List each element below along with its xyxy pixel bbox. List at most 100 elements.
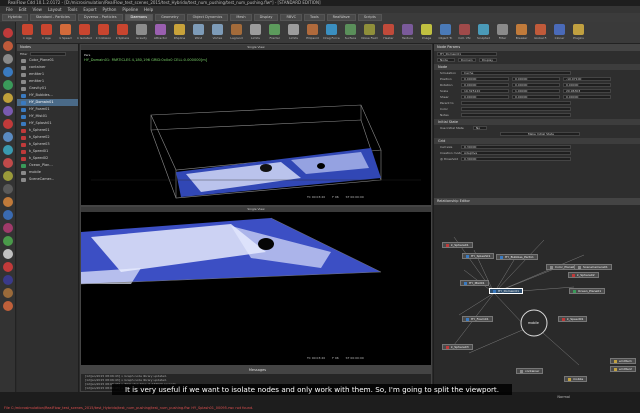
param-value-field[interactable]: 20.96303	[563, 89, 611, 93]
node-list-item[interactable]: HY_Foam01	[17, 106, 78, 113]
daemon-tool-button[interactable]: Noise Field	[360, 22, 379, 44]
relationship-node[interactable]: HY_Foam01	[462, 316, 493, 322]
param-value-field[interactable]: 0.00000	[563, 83, 611, 87]
daemon-tool-button[interactable]: Image	[417, 22, 436, 44]
node-list-item[interactable]: k_Speed02	[17, 155, 78, 162]
left-tool-icon[interactable]	[2, 262, 13, 272]
daemon-tool-button[interactable]: k Age	[18, 22, 37, 44]
daemon-tool-button[interactable]: k Speed	[56, 22, 75, 44]
node-list-item[interactable]: mobile	[17, 169, 78, 176]
menu-item[interactable]: File	[6, 6, 13, 13]
left-tool-icon[interactable]	[2, 54, 13, 64]
shelf-tab[interactable]: Geometry	[155, 14, 185, 21]
left-tool-icon[interactable]	[2, 210, 13, 220]
left-tool-icon[interactable]	[2, 236, 13, 246]
node-list-item[interactable]: HY_Mist01	[17, 113, 78, 120]
daemon-tool-button[interactable]: Vortex	[208, 22, 227, 44]
node-list-item[interactable]: emitter1	[17, 71, 78, 78]
nodes-filter-input[interactable]	[30, 52, 67, 56]
menu-item[interactable]: Edit	[19, 6, 27, 13]
daemon-tool-button[interactable]: Breaker	[512, 22, 531, 44]
param-value-field[interactable]	[461, 107, 571, 111]
relationship-node[interactable]: k_Sphere02	[568, 272, 599, 278]
node-params-subtab[interactable]: Display	[479, 58, 497, 62]
daemon-tool-button[interactable]: Limits	[284, 22, 303, 44]
menu-item[interactable]: Tools	[68, 6, 78, 13]
menu-item[interactable]: Help	[144, 6, 153, 13]
daemon-tool-button[interactable]: Coll. Vfx	[455, 22, 474, 44]
relationship-node[interactable]: k_Speed01	[558, 316, 588, 322]
node-list-item[interactable]: emitter1	[17, 78, 78, 85]
left-tool-icon[interactable]	[2, 145, 13, 155]
node-name-field[interactable]: HY_Domain01	[437, 52, 497, 56]
left-tool-icon[interactable]	[2, 80, 13, 90]
relationship-node[interactable]: mobile	[564, 376, 588, 382]
daemon-tool-button[interactable]: k Sphere	[113, 22, 132, 44]
left-tool-icon[interactable]	[2, 119, 13, 129]
left-tool-icon[interactable]	[2, 28, 13, 38]
daemon-tool-button[interactable]: Cloner	[550, 22, 569, 44]
left-tool-icon[interactable]	[2, 197, 13, 207]
menu-item[interactable]: Python	[103, 6, 117, 13]
relationship-node[interactable]: Ocean_Plane01	[569, 288, 606, 294]
relationship-node[interactable]: emitter2	[610, 366, 636, 372]
relationship-node[interactable]: HY_Splash01	[462, 253, 495, 259]
left-tool-icon[interactable]	[2, 67, 13, 77]
relationship-node[interactable]: emitter1	[610, 358, 636, 364]
param-value-field[interactable]: 0.30000	[461, 145, 571, 149]
left-tool-icon[interactable]	[2, 249, 13, 259]
left-tool-icon[interactable]	[2, 93, 13, 103]
daemon-tool-button[interactable]: Fractal	[265, 22, 284, 44]
node-list-item[interactable]: SceneCamer...	[17, 176, 78, 183]
relationship-node[interactable]: HY_Mist01	[460, 280, 489, 286]
left-tool-icon[interactable]	[2, 41, 13, 51]
param-value-field[interactable]: 19.325120	[461, 89, 509, 93]
shelf-tab[interactable]: RBVC	[280, 14, 303, 21]
node-list-item[interactable]: Gravity01	[17, 85, 78, 92]
left-tool-icon[interactable]	[2, 184, 13, 194]
node-list-item[interactable]: HY_Domain01	[17, 99, 78, 106]
daemon-tool-button[interactable]: Drag Force	[322, 22, 341, 44]
param-value-field[interactable]: 0.00000	[512, 77, 560, 81]
node-list-item[interactable]: container	[17, 64, 78, 71]
daemon-tool-button[interactable]: Plugins	[569, 22, 588, 44]
daemon-tool-button[interactable]: DSpline	[170, 22, 189, 44]
param-value-field[interactable]: Cache	[461, 71, 571, 75]
daemon-tool-button[interactable]: k Collision	[94, 22, 113, 44]
shelf-tab[interactable]: Display	[253, 14, 279, 21]
daemon-tool-button[interactable]: Ellipsoid	[303, 22, 322, 44]
relationship-node[interactable]: k_Sphere01	[442, 242, 473, 248]
param-value-field[interactable]: 0.30000	[461, 157, 571, 161]
param-value-field[interactable]: 0.00000	[461, 77, 509, 81]
daemon-tool-button[interactable]: Lagrand	[227, 22, 246, 44]
shelf-tab[interactable]: Tools	[304, 14, 325, 21]
left-tool-icon[interactable]	[2, 132, 13, 142]
shelf-tab[interactable]: Mesh	[230, 14, 252, 21]
shelf-tab[interactable]: Daemons	[124, 14, 154, 21]
use-initial-state-checkbox[interactable]: No	[473, 126, 487, 130]
menu-item[interactable]: Layout	[48, 6, 62, 13]
node-list-item[interactable]: Color_Plane01	[17, 57, 78, 64]
node-list-item[interactable]: k_Sphere02	[17, 134, 78, 141]
relationship-node[interactable]: HY_Domain01	[489, 288, 524, 294]
left-tool-icon[interactable]	[2, 158, 13, 168]
shelf-tab[interactable]: Standard - Particles	[29, 14, 76, 21]
node-list-item[interactable]: HY_Bubbles...	[17, 92, 78, 99]
daemon-tool-button[interactable]: Surface	[341, 22, 360, 44]
menu-item[interactable]: View	[32, 6, 42, 13]
shelf-tab[interactable]: Hybrido	[2, 14, 28, 21]
relationship-node[interactable]: SceneCamera01	[574, 264, 612, 270]
shelf-tab[interactable]: Dyverso - Particles	[77, 14, 123, 21]
daemon-tool-button[interactable]: Wind	[189, 22, 208, 44]
node-list-item[interactable]: k_Sphere03	[17, 141, 78, 148]
param-value-field[interactable]: 0.00000	[563, 95, 611, 99]
left-tool-icon[interactable]	[2, 106, 13, 116]
shelf-tab[interactable]: RealWave	[326, 14, 356, 21]
relationship-node[interactable]: container	[516, 368, 544, 374]
left-tool-icon[interactable]	[2, 288, 13, 298]
left-tool-icon[interactable]	[2, 275, 13, 285]
daemon-tool-button[interactable]: Gravity	[132, 22, 151, 44]
node-params-subtab[interactable]: Node	[437, 58, 455, 62]
param-value-field[interactable]	[461, 101, 571, 105]
left-tool-icon[interactable]	[2, 223, 13, 233]
